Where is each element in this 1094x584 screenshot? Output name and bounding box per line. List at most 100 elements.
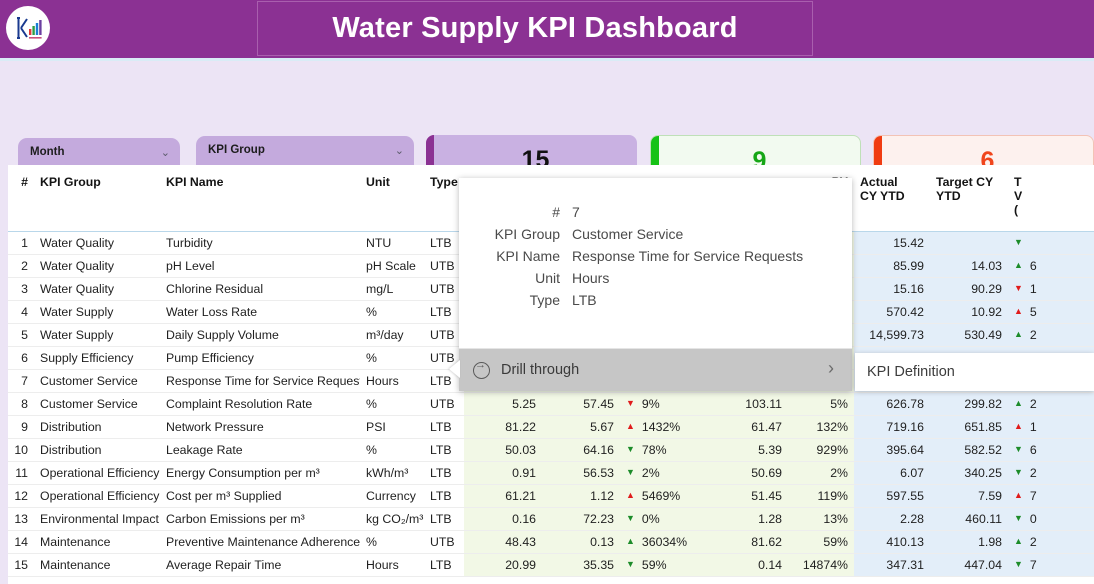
tooltip-field-key: Unit xyxy=(535,270,560,286)
trend-arrow-icon: ▼ xyxy=(626,467,635,477)
cell-actual-py-mtd: 1.28 xyxy=(710,507,788,531)
kpi-definition-button[interactable]: KPI Definition xyxy=(855,353,1094,391)
trend-arrow-icon: ▲ xyxy=(1014,536,1023,546)
cell-number: 4 xyxy=(8,300,34,324)
cell-unit: pH Scale xyxy=(360,254,424,278)
kpi-tooltip-card: #7 KPI Group Customer Service KPI Name Respo… xyxy=(459,178,852,391)
cell-type: UTB xyxy=(424,530,464,554)
cell-target-cy-ytd: 530.49 xyxy=(930,323,1008,347)
cell-mtd-variance: ▲ 5469% xyxy=(620,484,710,508)
cell-target-cy-ytd: 460.11 xyxy=(930,507,1008,531)
trend-arrow-icon: ▲ xyxy=(626,421,635,431)
cell-unit: Hours xyxy=(360,369,424,393)
cell-target-mtd: 5.67 xyxy=(542,415,620,439)
target-cy-ytd-line2: YTD xyxy=(936,189,961,203)
cell-vs-py: 13% xyxy=(788,507,854,531)
tooltip-field-key: # xyxy=(552,204,560,220)
trend-arrow-icon: ▲ xyxy=(1014,306,1023,316)
cell-vs-py: 2% xyxy=(788,461,854,485)
cell-actual-py-mtd: 51.45 xyxy=(710,484,788,508)
kpi-definition-label: KPI Definition xyxy=(867,364,955,380)
cell-unit: Currency xyxy=(360,484,424,508)
drill-through-action[interactable]: Drill through › xyxy=(459,348,852,391)
col-header-type[interactable]: Type xyxy=(424,165,464,232)
cell-kpi-group: Water Quality xyxy=(34,231,160,255)
tooltip-field-value: Response Time for Service Requests xyxy=(572,248,804,264)
col-header-number[interactable]: # xyxy=(8,165,34,232)
table-row[interactable]: 10 Distribution Leakage Rate% LTB 50.03 64.16… xyxy=(8,438,1094,462)
chevron-down-icon[interactable]: ⌄ xyxy=(161,148,170,159)
cell-target-mtd: 35.35 xyxy=(542,553,620,577)
table-row[interactable]: 11 Operational Efficiency Energy Consumpti… xyxy=(8,461,1094,485)
cell-unit: kg CO₂/m³ xyxy=(360,507,424,531)
col-header-target-cy-variance-ytd[interactable]: T V ( xyxy=(1008,165,1094,232)
cell-vs-py: 119% xyxy=(788,484,854,508)
tooltip-field-row: #7 xyxy=(459,204,852,220)
trend-arrow-icon: ▲ xyxy=(1014,260,1023,270)
cell-target-mtd: 1.12 xyxy=(542,484,620,508)
table-row[interactable]: 12 Operational Efficiency Cost per m³ Supp… xyxy=(8,484,1094,508)
page-title: Water Supply KPI Dashboard xyxy=(332,12,738,44)
tooltip-field-row: Type LTB xyxy=(459,292,852,308)
table-row[interactable]: 14 Maintenance Preventive Maintenance Adhe… xyxy=(8,530,1094,554)
col-header-kpi-name[interactable]: KPI Name xyxy=(160,165,360,232)
trend-arrow-icon: ▼ xyxy=(1014,513,1023,523)
cell-unit: % xyxy=(360,346,424,370)
cell-type: LTB xyxy=(424,507,464,531)
cell-type: UTB xyxy=(424,392,464,416)
cell-actual-mtd: 81.22 xyxy=(464,415,542,439)
cell-target-cy-variance-ytd: ▼ 7 xyxy=(1008,553,1094,577)
col-header-kpi-group[interactable]: KPI Group xyxy=(34,165,160,232)
cell-number: 15 xyxy=(8,553,34,577)
cell-target-cy-variance-ytd: ▲ 2 xyxy=(1008,323,1094,347)
cell-target-cy-variance-ytd: ▼ 0 xyxy=(1008,507,1094,531)
cell-kpi-group: Maintenance xyxy=(34,530,160,554)
cell-mtd-variance: ▼ 9% xyxy=(620,392,710,416)
drill-through-label: Drill through xyxy=(501,362,580,378)
cell-kpi-name: Daily Supply Volume xyxy=(160,323,360,347)
table-row[interactable]: 15 Maintenance Average Repair Time Hours LTB… xyxy=(8,553,1094,577)
trend-arrow-icon: ▲ xyxy=(1014,421,1023,431)
cell-type: UTB xyxy=(424,323,464,347)
cell-actual-cy-ytd: 570.42 xyxy=(854,300,930,324)
chevron-right-icon[interactable]: › xyxy=(828,358,834,379)
cell-type: LTB xyxy=(424,484,464,508)
cell-vs-py: 929% xyxy=(788,438,854,462)
cell-actual-mtd: 0.16 xyxy=(464,507,542,531)
cell-unit: mg/L xyxy=(360,277,424,301)
table-left-rail xyxy=(0,165,8,584)
col-header-target-cy-ytd[interactable]: Target CY YTD xyxy=(930,165,1008,232)
tooltip-field-list: #7 KPI Group Customer Service KPI Name Respo… xyxy=(459,178,852,347)
cell-actual-cy-ytd: 597.55 xyxy=(854,484,930,508)
cell-number: 5 xyxy=(8,323,34,347)
cell-kpi-name: Pump Efficiency xyxy=(160,346,360,370)
table-row[interactable]: 8 Customer Service Complaint Resolution Ra… xyxy=(8,392,1094,416)
cell-mtd-variance: ▲ 1432% xyxy=(620,415,710,439)
trend-arrow-icon: ▼ xyxy=(1014,467,1023,477)
cell-actual-mtd: 20.99 xyxy=(464,553,542,577)
cell-number: 12 xyxy=(8,484,34,508)
chevron-down-icon[interactable]: ⌄ xyxy=(395,146,404,157)
cell-kpi-group: Water Supply xyxy=(34,300,160,324)
col-header-actual-cy-ytd[interactable]: Actual CY YTD xyxy=(854,165,930,232)
cell-unit: m³/day xyxy=(360,323,424,347)
cell-target-cy-ytd: 14.03 xyxy=(930,254,1008,278)
cell-number: 14 xyxy=(8,530,34,554)
cell-unit: % xyxy=(360,300,424,324)
cell-target-cy-ytd: 7.59 xyxy=(930,484,1008,508)
cell-kpi-group: Operational Efficiency xyxy=(34,484,160,508)
cell-unit: % xyxy=(360,392,424,416)
trend-arrow-icon: ▲ xyxy=(626,490,635,500)
cell-target-cy-ytd: 10.92 xyxy=(930,300,1008,324)
cell-target-cy-variance-ytd: ▼ 1 xyxy=(1008,277,1094,301)
table-row[interactable]: 9 Distribution Network Pressure PSI LTB 81.22… xyxy=(8,415,1094,439)
trend-arrow-icon: ▲ xyxy=(1014,490,1023,500)
table-row[interactable]: 13 Environmental Impact Carbon Emissions p… xyxy=(8,507,1094,531)
cell-type: LTB xyxy=(424,461,464,485)
cell-target-mtd: 57.45 xyxy=(542,392,620,416)
cell-actual-mtd: 0.91 xyxy=(464,461,542,485)
cell-target-cy-ytd: 582.52 xyxy=(930,438,1008,462)
cell-number: 9 xyxy=(8,415,34,439)
col-header-unit[interactable]: Unit xyxy=(360,165,424,232)
cell-kpi-group: Operational Efficiency xyxy=(34,461,160,485)
